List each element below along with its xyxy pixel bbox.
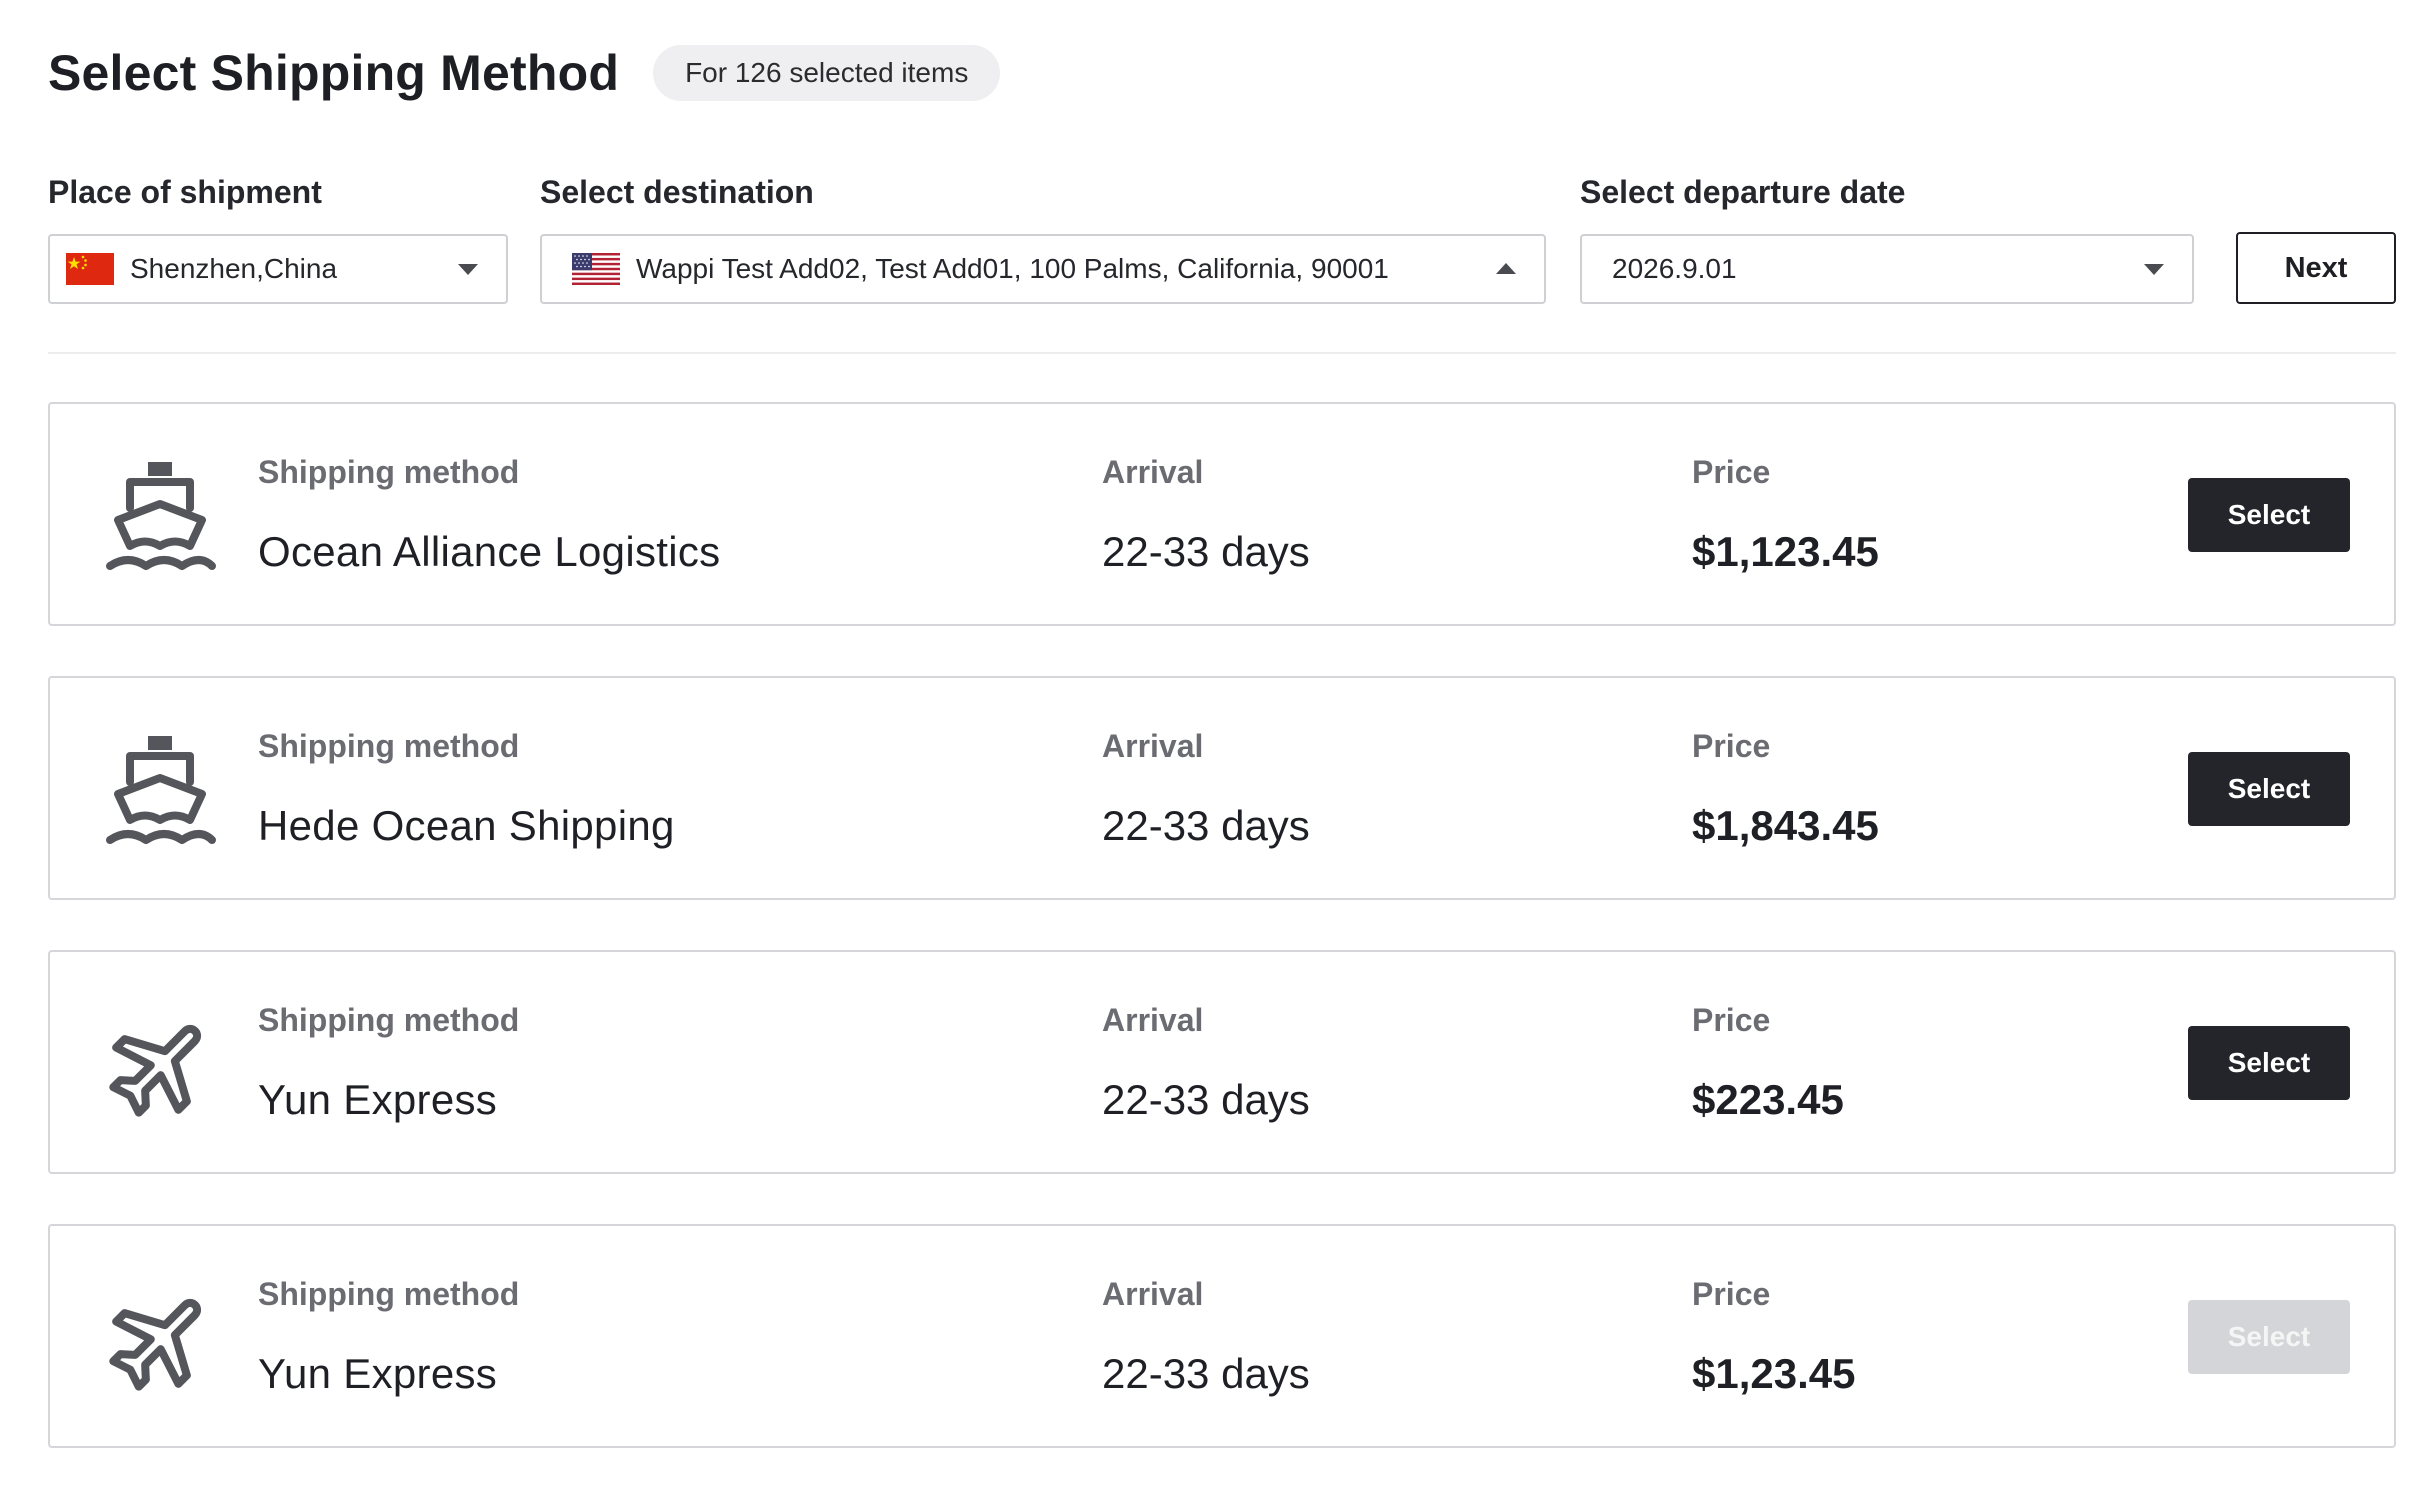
price-label: Price — [1692, 1002, 1771, 1038]
price-label: Price — [1692, 1276, 1771, 1312]
ship-icon — [106, 462, 216, 570]
arrival-label: Arrival — [1102, 1276, 1204, 1312]
price-value: $1,843.45 — [1692, 802, 1879, 849]
shipping-option-card: Shipping method Yun Express Arrival 22-3… — [48, 950, 2396, 1174]
method-label: Shipping method — [258, 1276, 520, 1312]
method-label: Shipping method — [258, 1002, 520, 1038]
origin-select[interactable]: Shenzhen,China — [48, 234, 508, 304]
select-button-disabled: Select — [2188, 1300, 2350, 1374]
ship-icon — [106, 736, 216, 844]
destination-value: Wappi Test Add02, Test Add01, 100 Palms,… — [636, 253, 1389, 284]
chevron-down-icon — [458, 264, 478, 275]
arrival-value: 22-33 days — [1102, 802, 1310, 849]
shipping-method-page: Select Shipping Method For 126 selected … — [0, 0, 2432, 1488]
shipping-option-card: Shipping method Ocean Alliance Logistics… — [48, 402, 2396, 626]
price-value: $1,123.45 — [1692, 528, 1879, 575]
arrival-label: Arrival — [1102, 728, 1204, 764]
price-value: $1,23.45 — [1692, 1350, 1856, 1397]
chevron-up-icon — [1496, 263, 1516, 274]
price-label: Price — [1692, 728, 1771, 764]
destination-label: Select destination — [540, 174, 814, 210]
departure-date-select[interactable]: 2026.9.01 — [1580, 234, 2194, 304]
origin-value: Shenzhen,China — [130, 253, 338, 284]
method-label: Shipping method — [258, 728, 520, 764]
price-label: Price — [1692, 454, 1771, 490]
page-header: Select Shipping Method For 126 selected … — [48, 44, 1001, 102]
chevron-down-icon — [2144, 264, 2164, 275]
arrival-label: Arrival — [1102, 454, 1204, 490]
method-value: Hede Ocean Shipping — [258, 802, 675, 849]
method-value: Yun Express — [258, 1076, 498, 1123]
destination-select[interactable]: Wappi Test Add02, Test Add01, 100 Palms,… — [540, 234, 1546, 304]
arrival-value: 22-33 days — [1102, 1076, 1310, 1123]
method-value: Ocean Alliance Logistics — [258, 528, 721, 575]
select-button[interactable]: Select — [2188, 478, 2350, 552]
shipping-option-card: Shipping method Yun Express Arrival 22-3… — [48, 1224, 2396, 1448]
departure-label: Select departure date — [1580, 174, 1906, 210]
divider — [48, 352, 2396, 354]
arrival-value: 22-33 days — [1102, 528, 1310, 575]
airplane-icon — [109, 1024, 202, 1117]
method-value: Yun Express — [258, 1350, 498, 1397]
usa-flag-icon — [572, 253, 620, 285]
select-button[interactable]: Select — [2188, 752, 2350, 826]
arrival-value: 22-33 days — [1102, 1350, 1310, 1397]
shipping-option-card: Shipping method Hede Ocean Shipping Arri… — [48, 676, 2396, 900]
departure-value: 2026.9.01 — [1612, 253, 1737, 284]
origin-label: Place of shipment — [48, 174, 322, 210]
method-label: Shipping method — [258, 454, 520, 490]
selected-items-badge: For 126 selected items — [653, 45, 1001, 101]
china-flag-icon — [66, 253, 114, 285]
airplane-icon — [109, 1298, 202, 1391]
page-title: Select Shipping Method — [48, 45, 620, 101]
next-button[interactable]: Next — [2236, 232, 2396, 304]
arrival-label: Arrival — [1102, 1002, 1204, 1038]
select-button[interactable]: Select — [2188, 1026, 2350, 1100]
price-value: $223.45 — [1692, 1076, 1844, 1123]
